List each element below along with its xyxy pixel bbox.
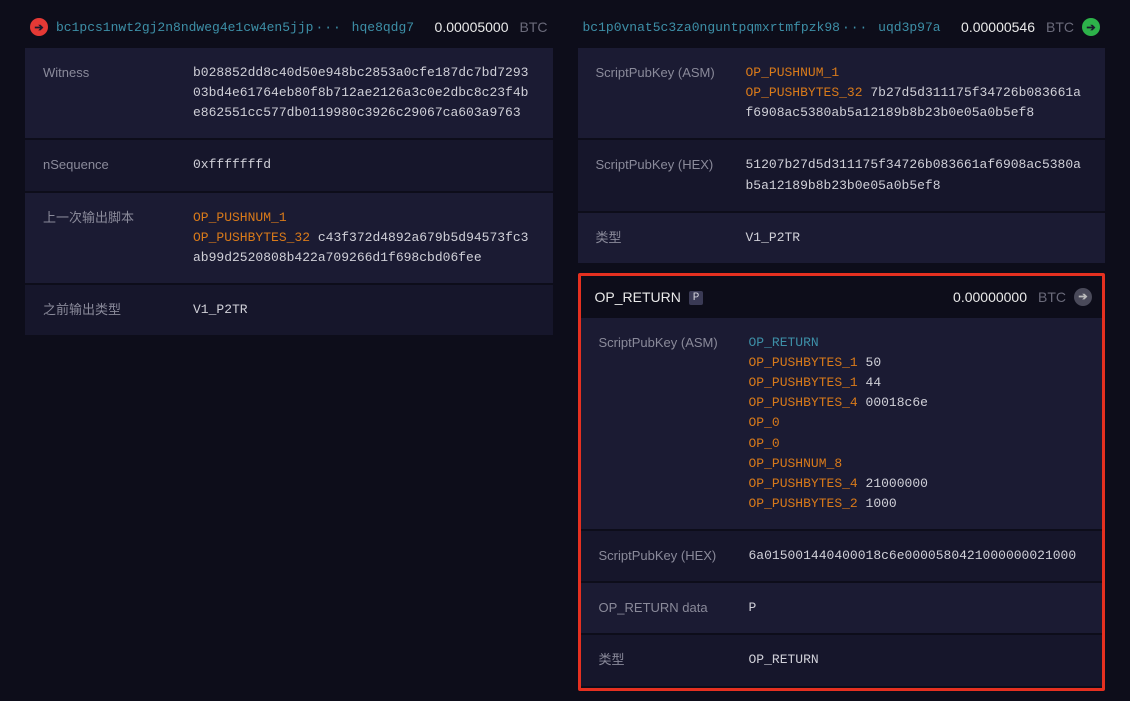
output2-spk-hex-value: 6a015001440400018c6e00005804210000000210… bbox=[749, 546, 1085, 566]
op-pushnum-8: OP_PUSHNUM_8 bbox=[749, 456, 843, 471]
output1-address[interactable]: bc1p0vnat5c3za0nguntpqmxrtmfpzk98··· uqd… bbox=[583, 20, 954, 35]
addr-ellipsis: ··· bbox=[840, 20, 870, 35]
addr-ellipsis: ··· bbox=[313, 20, 343, 35]
input-column: ➔ bc1pcs1nwt2gj2n8ndweg4e1cw4en5jjp··· h… bbox=[25, 10, 553, 691]
op-0: OP_0 bbox=[749, 415, 780, 430]
op-pushbytes-1: OP_PUSHBYTES_1 bbox=[749, 355, 858, 370]
input-address[interactable]: bc1pcs1nwt2gj2n8ndweg4e1cw4en5jjp··· hqe… bbox=[56, 20, 427, 35]
val: 1000 bbox=[866, 496, 897, 511]
output2-amount: 0.00000000 bbox=[953, 289, 1027, 305]
output1-unit: BTC bbox=[1046, 19, 1074, 35]
prev-out-script-value: OP_PUSHNUM_1 OP_PUSHBYTES_32 c43f372d489… bbox=[193, 208, 535, 268]
op-return-badge: P bbox=[689, 291, 704, 305]
op-pushbytes-4: OP_PUSHBYTES_4 bbox=[749, 476, 858, 491]
row-output2-type: 类型 OP_RETURN bbox=[581, 635, 1103, 685]
prev-out-type-label: 之前输出类型 bbox=[43, 300, 193, 320]
nsequence-value: 0xfffffffd bbox=[193, 155, 535, 175]
output1-header: bc1p0vnat5c3za0nguntpqmxrtmfpzk98··· uqd… bbox=[578, 10, 1106, 48]
output2-unit: BTC bbox=[1038, 289, 1066, 305]
input-amount: 0.00005000 bbox=[435, 19, 509, 35]
prev-out-type-value: V1_P2TR bbox=[193, 300, 535, 320]
row-prev-out-type: 之前输出类型 V1_P2TR bbox=[25, 285, 553, 335]
row-output2-spk-asm: ScriptPubKey (ASM) OP_RETURN OP_PUSHBYTE… bbox=[581, 318, 1103, 529]
op-return-output-frame: OP_RETURN P 0.00000000 BTC ➔ ScriptPubKe… bbox=[578, 273, 1106, 691]
arrow-right-icon[interactable]: ➔ bbox=[1082, 18, 1100, 36]
output2-spk-asm-label: ScriptPubKey (ASM) bbox=[599, 333, 749, 514]
input-header: ➔ bc1pcs1nwt2gj2n8ndweg4e1cw4en5jjp··· h… bbox=[25, 10, 553, 48]
output2-type-value: OP_RETURN bbox=[749, 650, 1085, 670]
op-pushbytes-4: OP_PUSHBYTES_4 bbox=[749, 395, 858, 410]
op-return-title: OP_RETURN P bbox=[595, 289, 946, 305]
output-column: bc1p0vnat5c3za0nguntpqmxrtmfpzk98··· uqd… bbox=[578, 10, 1106, 691]
output2-type-label: 类型 bbox=[599, 650, 749, 670]
op-pushnum-1: OP_PUSHNUM_1 bbox=[746, 65, 840, 80]
op-return: OP_RETURN bbox=[749, 335, 819, 350]
row-output2-opreturn-data: OP_RETURN data P bbox=[581, 583, 1103, 633]
row-prev-out-script: 上一次输出脚本 OP_PUSHNUM_1 OP_PUSHBYTES_32 c43… bbox=[25, 193, 553, 283]
witness-value: b028852dd8c40d50e948bc2853a0cfe187dc7bd7… bbox=[193, 63, 535, 123]
prev-out-script-label: 上一次输出脚本 bbox=[43, 208, 193, 268]
op-pushbytes-1: OP_PUSHBYTES_1 bbox=[749, 375, 858, 390]
addr-part1: bc1pcs1nwt2gj2n8ndweg4e1cw4en5jjp bbox=[56, 20, 313, 35]
addr-part2: uqd3p97a bbox=[878, 20, 940, 35]
arrow-right-icon[interactable]: ➔ bbox=[1074, 288, 1092, 306]
op-return-title-text: OP_RETURN bbox=[595, 289, 681, 305]
row-witness: Witness b028852dd8c40d50e948bc2853a0cfe1… bbox=[25, 48, 553, 138]
input-unit: BTC bbox=[520, 19, 548, 35]
val: 21000000 bbox=[866, 476, 928, 491]
op-pushbytes-32: OP_PUSHBYTES_32 bbox=[746, 85, 863, 100]
transaction-io-columns: ➔ bc1pcs1nwt2gj2n8ndweg4e1cw4en5jjp··· h… bbox=[25, 10, 1105, 691]
op-0: OP_0 bbox=[749, 436, 780, 451]
output1-spk-hex-label: ScriptPubKey (HEX) bbox=[596, 155, 746, 195]
val: 44 bbox=[866, 375, 882, 390]
output2-spk-asm-value: OP_RETURN OP_PUSHBYTES_1 50 OP_PUSHBYTES… bbox=[749, 333, 1085, 514]
witness-label: Witness bbox=[43, 63, 193, 123]
output1-spk-hex-value: 51207b27d5d311175f34726b083661af6908ac53… bbox=[746, 155, 1088, 195]
val: 00018c6e bbox=[866, 395, 928, 410]
addr-part1: bc1p0vnat5c3za0nguntpqmxrtmfpzk98 bbox=[583, 20, 840, 35]
op-pushbytes-2: OP_PUSHBYTES_2 bbox=[749, 496, 858, 511]
op-pushnum-1: OP_PUSHNUM_1 bbox=[193, 210, 287, 225]
output1-type-label: 类型 bbox=[596, 228, 746, 248]
output2-spk-hex-label: ScriptPubKey (HEX) bbox=[599, 546, 749, 566]
output1-spk-asm-label: ScriptPubKey (ASM) bbox=[596, 63, 746, 123]
op-pushbytes-32: OP_PUSHBYTES_32 bbox=[193, 230, 310, 245]
nsequence-label: nSequence bbox=[43, 155, 193, 175]
arrow-right-icon[interactable]: ➔ bbox=[30, 18, 48, 36]
row-output1-type: 类型 V1_P2TR bbox=[578, 213, 1106, 263]
val: 50 bbox=[866, 355, 882, 370]
addr-part2: hqe8qdg7 bbox=[352, 20, 414, 35]
row-output1-spk-hex: ScriptPubKey (HEX) 51207b27d5d311175f347… bbox=[578, 140, 1106, 210]
output1-type-value: V1_P2TR bbox=[746, 228, 1088, 248]
output2-header: OP_RETURN P 0.00000000 BTC ➔ bbox=[581, 276, 1103, 318]
output2-opreturn-data-value: P bbox=[749, 598, 1085, 618]
row-output1-spk-asm: ScriptPubKey (ASM) OP_PUSHNUM_1 OP_PUSHB… bbox=[578, 48, 1106, 138]
output2-opreturn-data-label: OP_RETURN data bbox=[599, 598, 749, 618]
row-output2-spk-hex: ScriptPubKey (HEX) 6a015001440400018c6e0… bbox=[581, 531, 1103, 581]
row-nsequence: nSequence 0xfffffffd bbox=[25, 140, 553, 190]
output1-spk-asm-value: OP_PUSHNUM_1 OP_PUSHBYTES_32 7b27d5d3111… bbox=[746, 63, 1088, 123]
output1-amount: 0.00000546 bbox=[961, 19, 1035, 35]
